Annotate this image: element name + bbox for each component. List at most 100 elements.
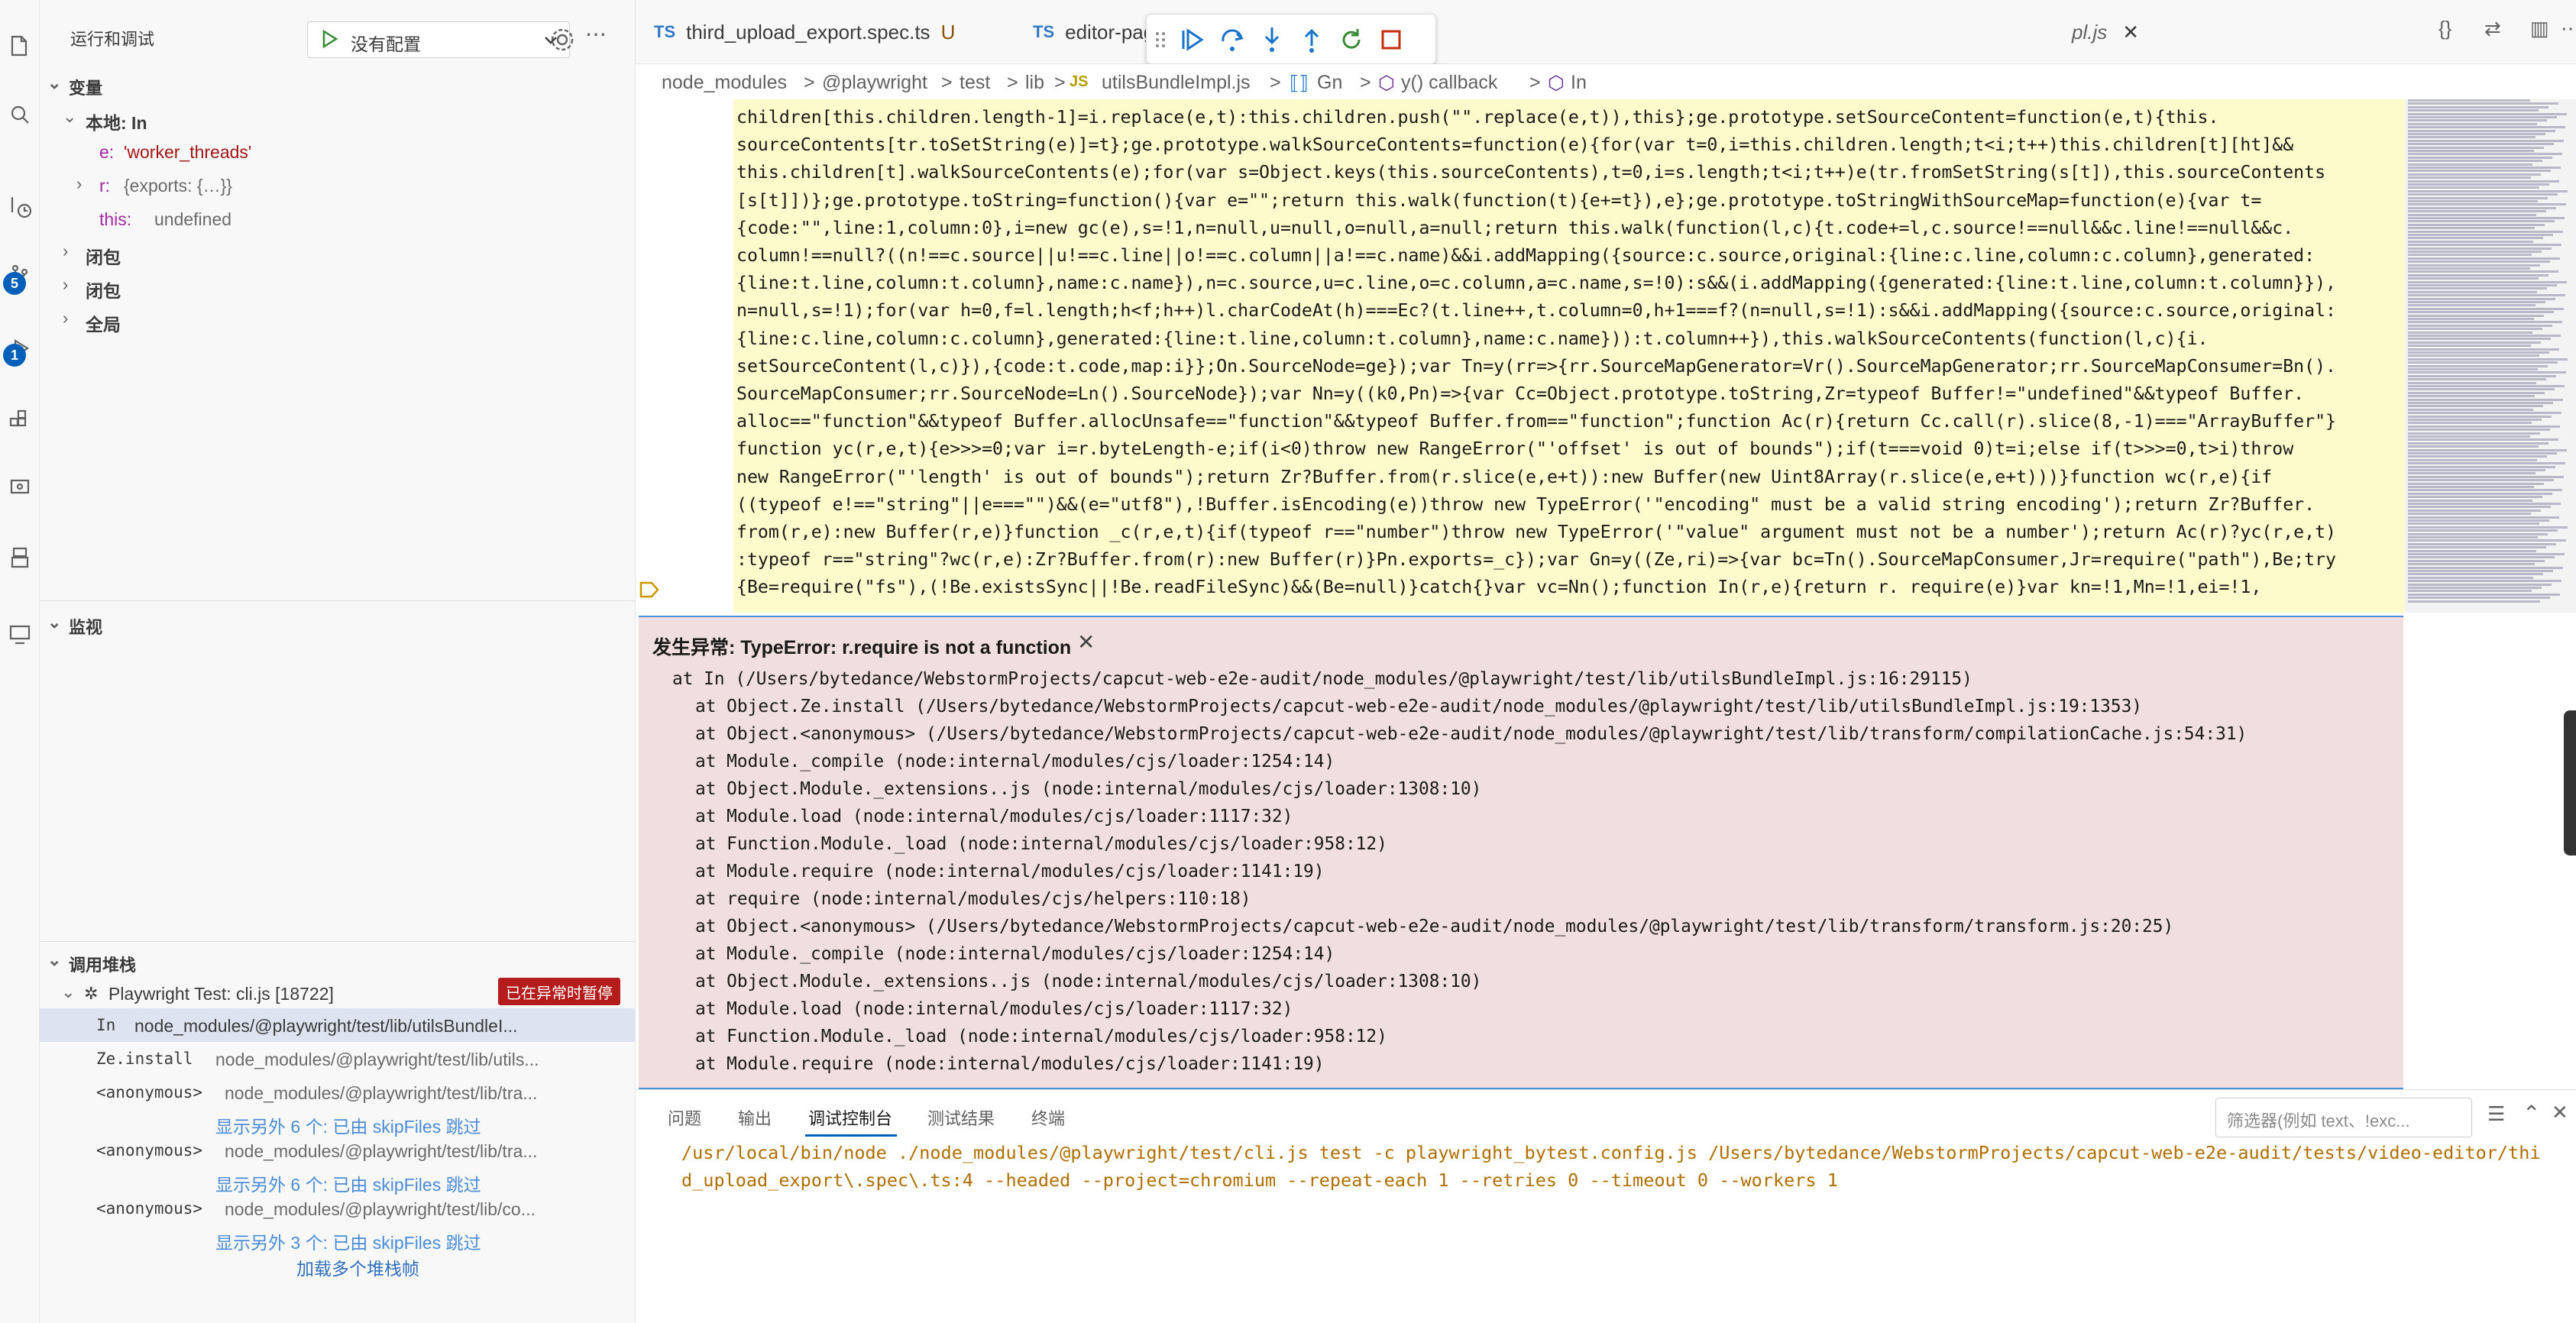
tab-test-results[interactable]: 测试结果	[927, 1105, 995, 1130]
local-scope[interactable]: ⌄ 本地: In	[40, 101, 636, 134]
breadcrumb-item[interactable]: node_modules	[662, 72, 787, 94]
minimap-line	[2408, 143, 2554, 146]
tab-spec[interactable]: TS third_upload_export.spec.ts U	[654, 0, 955, 64]
stack-frame[interactable]: Ze.install node_modules/@playwright/test…	[40, 1042, 636, 1076]
run-config-select[interactable]: 没有配置	[307, 21, 570, 58]
compare-icon[interactable]: ⇄	[2484, 17, 2515, 47]
stack-trace-line[interactable]: at Module.load (node:internal/modules/cj…	[695, 807, 1293, 826]
tab-debug-console[interactable]: 调试控制台	[808, 1105, 892, 1130]
minimap-line	[2408, 398, 2563, 401]
drag-handle-icon[interactable]	[1153, 24, 1168, 55]
split-editor-icon[interactable]: ▥	[2530, 17, 2561, 47]
more-actions-icon[interactable]: ⋯	[585, 21, 607, 47]
minimap-line	[2408, 290, 2537, 293]
close-icon[interactable]: ✕	[1077, 629, 1095, 655]
code-line: column!==null?((n!==c.source||u!==c.line…	[736, 245, 2315, 266]
extensions-icon[interactable]	[0, 397, 40, 443]
minimap[interactable]	[2405, 99, 2576, 613]
stack-frame[interactable]: In node_modules/@playwright/test/lib/uti…	[40, 1008, 636, 1042]
code-line: {line:t.line,column:t.column},name:c.nam…	[736, 273, 2337, 294]
testing-icon[interactable]	[0, 535, 40, 581]
search-icon[interactable]	[0, 92, 40, 137]
stack-trace-line[interactable]: at Object.<anonymous> (/Users/bytedance/…	[695, 724, 2247, 744]
tab-output[interactable]: 输出	[738, 1105, 772, 1130]
remote-explorer-icon[interactable]	[0, 466, 40, 512]
load-more-frames-link[interactable]: 加载多个堆栈帧	[40, 1247, 636, 1280]
tab-utils-bundle[interactable]: pl.js ✕	[2072, 0, 2139, 64]
close-icon[interactable]: ✕	[2122, 21, 2139, 44]
tab-terminal[interactable]: 终端	[1031, 1105, 1065, 1130]
continue-icon[interactable]	[1177, 24, 1208, 55]
minimap-line	[2408, 234, 2553, 236]
breadcrumb-separator: >	[941, 72, 953, 93]
stack-trace-line[interactable]: at Object.<anonymous> (/Users/bytedance/…	[695, 917, 2173, 936]
breadcrumb-item[interactable]: test	[960, 72, 990, 94]
more-actions-icon[interactable]: ⋯	[2561, 17, 2576, 47]
callstack-section-header[interactable]: ⌄ 调用堆栈	[40, 944, 636, 978]
stop-icon[interactable]	[1376, 24, 1406, 55]
exception-marker-icon[interactable]	[639, 581, 660, 599]
minimap-line	[2408, 167, 2561, 169]
stack-trace-line[interactable]: at Module._compile (node:internal/module…	[695, 752, 1335, 771]
debug-toolbar	[1146, 14, 1436, 64]
stack-trace-line[interactable]: at In (/Users/bytedance/WebstormProjects…	[672, 669, 1972, 689]
exception-widget: 发生异常: TypeError: r.require is not a func…	[639, 616, 2403, 1089]
frame-function: <anonymous>	[96, 1083, 203, 1101]
filter-input[interactable]: 筛选器(例如 text、!exc...	[2215, 1098, 2472, 1137]
close-panel-icon[interactable]: ✕	[2552, 1101, 2568, 1124]
breadcrumb-item[interactable]: y() callback	[1401, 72, 1497, 94]
minimap-line	[2408, 445, 2539, 448]
minimap-line	[2408, 119, 2547, 122]
breadcrumb-item[interactable]: Gn	[1317, 72, 1342, 94]
stack-trace-line[interactable]: at Module._compile (node:internal/module…	[695, 944, 1335, 964]
step-into-icon[interactable]	[1257, 24, 1287, 55]
code-editor[interactable]: children[this.children.length-1]=i.repla…	[636, 99, 2405, 613]
timeline-icon[interactable]	[0, 183, 40, 229]
variable-e[interactable]: e: 'worker_threads'	[40, 134, 636, 168]
code-line: n=null,s=!1);for(var h=0,f=l.length;h<f;…	[736, 300, 2337, 322]
minimap-line	[2408, 539, 2566, 542]
variables-section-header[interactable]: ⌄ 变量	[40, 67, 636, 101]
tab-problems[interactable]: 问题	[668, 1105, 701, 1130]
tab-editor-page[interactable]: TS editor-pag	[1033, 0, 1154, 64]
breadcrumb-item[interactable]: utilsBundleImpl.js	[1102, 72, 1251, 94]
minimap-line	[2408, 180, 2559, 183]
explorer-icon[interactable]	[0, 23, 40, 69]
stack-trace-line[interactable]: at Object.Module._extensions..js (node:i…	[695, 779, 1481, 799]
minimap-line	[2408, 153, 2562, 156]
minimap-line	[2408, 351, 2549, 354]
stack-trace-line[interactable]: at Function.Module._load (node:internal/…	[695, 1027, 1387, 1046]
gear-icon[interactable]	[545, 23, 579, 57]
stack-trace-line[interactable]: at Module.load (node:internal/modules/cj…	[695, 999, 1293, 1019]
breadcrumb-item[interactable]: @playwright	[822, 72, 927, 94]
chevron-up-icon[interactable]: ⌃	[2523, 1101, 2540, 1126]
variable-this[interactable]: this: undefined	[40, 202, 636, 235]
stack-trace-line[interactable]: at Object.Module._extensions..js (node:i…	[695, 972, 1481, 991]
minimap-line	[2408, 237, 2543, 240]
stack-trace-line[interactable]: at Object.Ze.install (/Users/bytedance/W…	[695, 697, 2142, 716]
stack-trace-line[interactable]: at Module.require (node:internal/modules…	[695, 862, 1325, 881]
stack-trace-line[interactable]: at require (node:internal/modules/cjs/he…	[695, 889, 1251, 909]
stack-trace-line[interactable]: at Function.Module._load (node:internal/…	[695, 834, 1387, 854]
closure-scope-1[interactable]: › 闭包	[40, 235, 636, 269]
json-braces-icon[interactable]: {}	[2438, 17, 2469, 47]
minimap-line	[2408, 546, 2546, 549]
stack-trace-line[interactable]: at Module.require (node:internal/modules…	[695, 1054, 1325, 1074]
activity-bar: 5 1	[0, 0, 40, 1323]
play-icon[interactable]	[319, 28, 340, 50]
global-scope[interactable]: › 全局	[40, 302, 636, 336]
clear-console-icon[interactable]: ☰	[2487, 1102, 2505, 1126]
watch-section-header[interactable]: ⌄ 监视	[40, 607, 636, 640]
step-out-icon[interactable]	[1296, 24, 1327, 55]
minimap-line	[2408, 438, 2558, 442]
minimap-line	[2408, 287, 2547, 290]
breadcrumb-item[interactable]: lib	[1025, 72, 1044, 94]
scrollbar-thumb[interactable]	[2564, 710, 2576, 856]
breadcrumb-item[interactable]: In	[1571, 72, 1587, 94]
remote-window-icon[interactable]	[0, 611, 40, 657]
chevron-down-icon: ⌄	[47, 613, 62, 632]
restart-icon[interactable]	[1336, 24, 1367, 55]
closure-scope-2[interactable]: › 闭包	[40, 269, 636, 302]
variable-r[interactable]: › r: {exports: {…}}	[40, 168, 636, 202]
step-over-icon[interactable]	[1217, 24, 1248, 55]
